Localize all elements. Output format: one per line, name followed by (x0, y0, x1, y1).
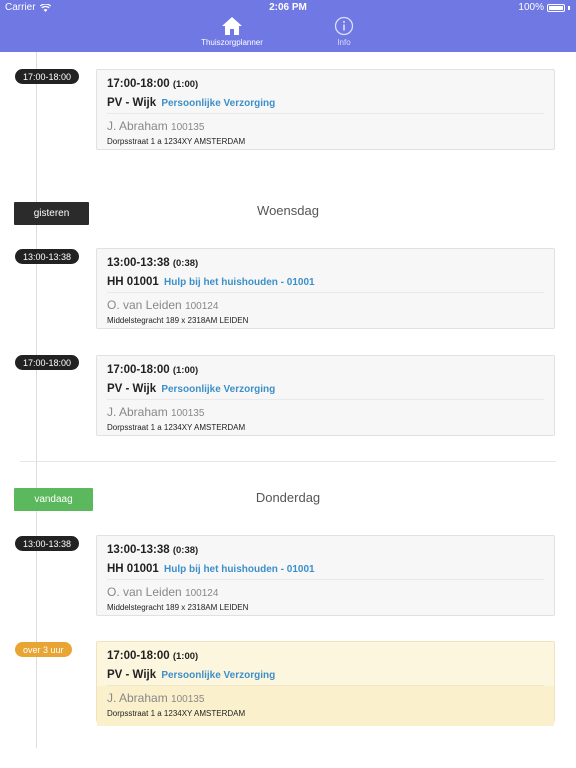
appointment-type-row: PV - Wijk Persoonlijke Verzorging (107, 94, 544, 114)
appointment-code: PV - Wijk (107, 97, 157, 109)
client-name: O. van Leiden (107, 298, 182, 312)
appointment-description: Persoonlijke Verzorging (161, 98, 276, 109)
battery-icon (547, 3, 565, 12)
client-id: 100135 (171, 408, 205, 419)
client-address: Middelstegracht 189 x 2318AM LEIDEN (107, 316, 249, 325)
day-title-woensdag: Woensdag (257, 203, 319, 218)
day-title-donderdag: Donderdag (255, 490, 321, 505)
client-id: 100124 (185, 588, 219, 599)
appointment-duration: (1:00) (172, 651, 199, 662)
client-address: Middelstegracht 189 x 2318AM LEIDEN (107, 603, 249, 612)
appointment-code: PV - Wijk (107, 669, 157, 681)
client-name: J. Abraham (107, 405, 168, 419)
appointment-duration: (1:00) (172, 365, 199, 376)
client-id: 100124 (185, 301, 219, 312)
info-icon (334, 16, 354, 36)
appointment-duration: (1:00) (172, 79, 199, 90)
status-bar: Carrier 2:06 PM 100% (0, 0, 576, 16)
client-id: 100135 (171, 694, 205, 705)
appointment-code: PV - Wijk (107, 383, 157, 395)
today-button[interactable]: vandaag (14, 488, 93, 511)
yesterday-button[interactable]: gisteren (14, 202, 89, 225)
appointment-time: 17:00-18:00 (107, 364, 170, 376)
appointment-time-row: 17:00-18:00 (1:00) (107, 360, 544, 380)
appointment-description: Persoonlijke Verzorging (161, 384, 276, 395)
client-name-row: J. Abraham 100135 (107, 402, 544, 422)
home-icon (222, 17, 242, 35)
top-tab-bar: Thuiszorgplanner Info (0, 16, 576, 52)
client-name: O. van Leiden (107, 585, 182, 599)
appointment-time-row: 17:00-18:00 (1:00) (107, 74, 544, 94)
time-pill: 17:00-18:00 (15, 69, 80, 84)
appointment-card-upcoming[interactable]: 17:00-18:00 (1:00) PV - Wijk Persoonlijk… (96, 641, 555, 726)
appointment-card[interactable]: 17:00-18:00 (1:00) PV - Wijk Persoonlijk… (96, 355, 555, 436)
appointment-duration: (0:38) (172, 545, 199, 556)
client-address: Dorpsstraat 1 a 1234XY AMSTERDAM (107, 709, 246, 718)
appointment-type-row: PV - Wijk Persoonlijke Verzorging (107, 380, 544, 400)
client-id: 100135 (171, 122, 205, 133)
appointment-time: 17:00-18:00 (107, 650, 170, 662)
battery-cap (568, 5, 570, 10)
appointment-code: HH 01001 (107, 563, 159, 575)
client-address: Dorpsstraat 1 a 1234XY AMSTERDAM (107, 423, 246, 432)
client-address: Dorpsstraat 1 a 1234XY AMSTERDAM (107, 137, 246, 146)
time-pill: 13:00-13:38 (15, 536, 80, 551)
time-pill: 13:00-13:38 (15, 249, 80, 264)
tab-label-info: Info (337, 38, 351, 47)
appointment-card[interactable]: 17:00-18:00 (1:00) PV - Wijk Persoonlijk… (96, 69, 555, 150)
battery-percent: 100% (518, 2, 544, 13)
client-name-row: O. van Leiden 100124 (107, 582, 544, 602)
appointment-duration: (0:38) (172, 258, 199, 269)
client-name: J. Abraham (107, 691, 168, 705)
appointment-time-row: 17:00-18:00 (1:00) (107, 646, 544, 666)
appointment-description: Persoonlijke Verzorging (161, 670, 276, 681)
day-divider (20, 461, 556, 462)
status-right: 100% (518, 2, 570, 13)
appointment-code: HH 01001 (107, 276, 159, 288)
tab-thuiszorgplanner[interactable]: Thuiszorgplanner (192, 16, 272, 52)
appointment-time: 13:00-13:38 (107, 544, 170, 556)
appointment-card[interactable]: 13:00-13:38 (0:38) HH 01001 Hulp bij het… (96, 248, 555, 329)
appointment-time-row: 13:00-13:38 (0:38) (107, 540, 544, 560)
client-name: J. Abraham (107, 119, 168, 133)
appointment-description: Hulp bij het huishouden - 01001 (164, 277, 315, 288)
upcoming-pill: over 3 uur (15, 642, 72, 657)
time-pill: 17:00-18:00 (15, 355, 80, 370)
tab-info[interactable]: Info (304, 16, 384, 52)
status-time: 2:06 PM (269, 2, 307, 13)
appointment-time: 17:00-18:00 (107, 78, 170, 90)
appointment-description: Hulp bij het huishouden - 01001 (164, 564, 315, 575)
client-name-row: J. Abraham 100135 (107, 116, 544, 136)
appointment-type-row: HH 01001 Hulp bij het huishouden - 01001 (107, 560, 544, 580)
client-name-row: O. van Leiden 100124 (107, 295, 544, 315)
appointment-time: 13:00-13:38 (107, 257, 170, 269)
appointment-time-row: 13:00-13:38 (0:38) (107, 253, 544, 273)
appointment-card[interactable]: 13:00-13:38 (0:38) HH 01001 Hulp bij het… (96, 535, 555, 616)
appointment-type-row: PV - Wijk Persoonlijke Verzorging (107, 666, 544, 686)
client-name-row: J. Abraham 100135 (107, 688, 544, 708)
appointment-type-row: HH 01001 Hulp bij het huishouden - 01001 (107, 273, 544, 293)
tab-label-home: Thuiszorgplanner (201, 38, 263, 47)
